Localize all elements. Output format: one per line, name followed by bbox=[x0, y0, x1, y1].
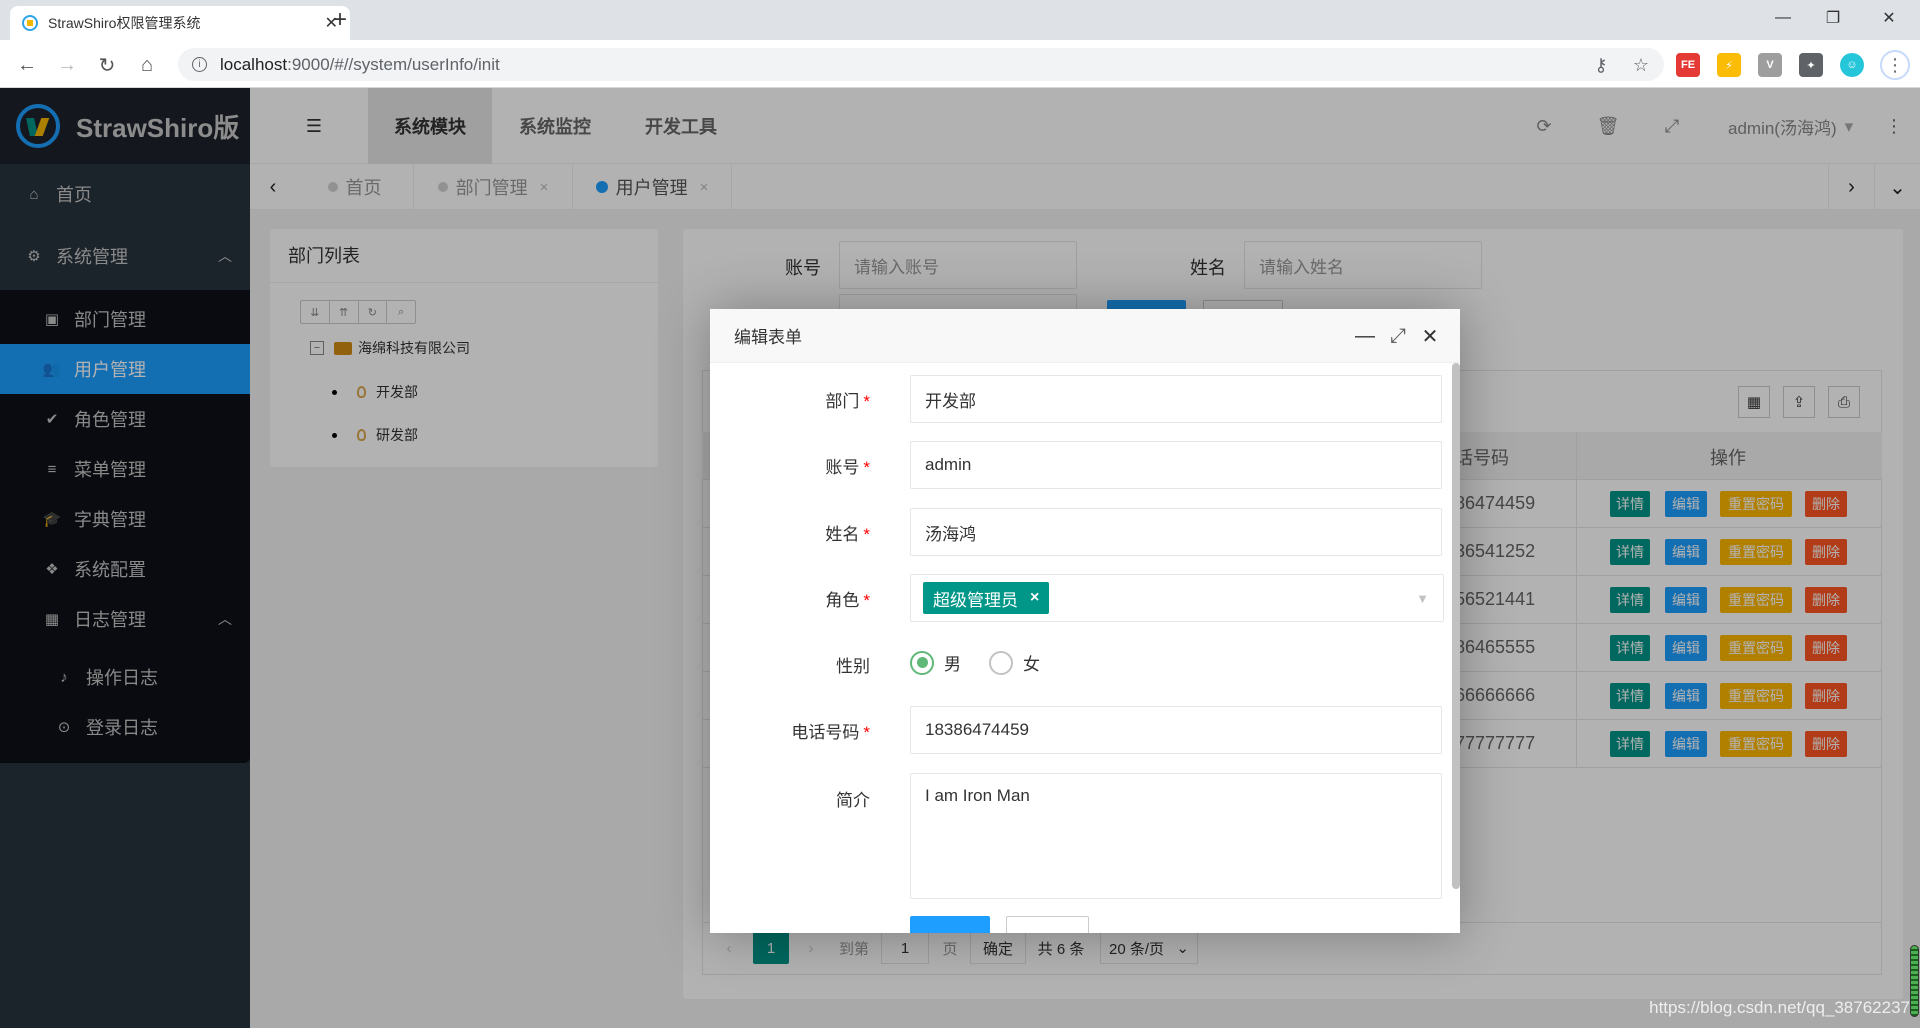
reload-button[interactable]: ↻ bbox=[92, 50, 122, 80]
scroll-indicator[interactable] bbox=[1910, 945, 1919, 1017]
save-button[interactable]: 保存 bbox=[910, 916, 990, 933]
browser-tab-title: StrawShiro权限管理系统 bbox=[48, 15, 201, 31]
profile-extension-icon[interactable]: ☺ bbox=[1840, 53, 1864, 77]
window-restore-button[interactable]: ❐ bbox=[1810, 4, 1856, 32]
browser-tab[interactable]: StrawShiro权限管理系统 ✕ bbox=[10, 6, 350, 40]
window-minimize-button[interactable]: — bbox=[1760, 4, 1806, 32]
puzzle-ext-extension-icon[interactable]: ✦ bbox=[1799, 53, 1823, 77]
dialog-maximize-icon[interactable]: ⤢ bbox=[1385, 323, 1411, 349]
watermark: https://blog.csdn.net/qq_38762237 bbox=[1649, 998, 1910, 1017]
account-input[interactable]: admin bbox=[910, 441, 1442, 489]
dialog-header[interactable]: 编辑表单 bbox=[710, 309, 1460, 363]
field-label-name: 姓名 * bbox=[825, 525, 870, 544]
url-host: localhost bbox=[220, 54, 288, 74]
field-label-intro: 简介 bbox=[836, 791, 870, 810]
caret-down-icon: ▼ bbox=[1416, 590, 1429, 606]
back-button[interactable]: ← bbox=[12, 50, 42, 80]
bookmark-star-icon[interactable]: ☆ bbox=[1628, 52, 1654, 78]
field-label-account: 账号 * bbox=[825, 458, 870, 477]
home-button[interactable]: ⌂ bbox=[132, 50, 162, 80]
role-tag: 超级管理员 × bbox=[923, 582, 1050, 614]
radio-label: 男 bbox=[944, 655, 961, 674]
field-label-role: 角色 * bbox=[825, 591, 870, 610]
field-label-gender: 性别 bbox=[836, 657, 870, 676]
dept-input[interactable]: 开发部 bbox=[910, 375, 1442, 423]
dialog-scrollbar[interactable] bbox=[1452, 363, 1460, 889]
radio-label: 女 bbox=[1023, 655, 1040, 674]
field-label-phone: 电话号码 * bbox=[791, 723, 870, 742]
intro-textarea[interactable]: I am Iron Man bbox=[910, 773, 1442, 899]
tag-remove-icon[interactable]: × bbox=[1030, 589, 1039, 607]
gender-radio-group: 男 女 bbox=[910, 650, 1040, 675]
field-label-dept: 部门 * bbox=[825, 392, 870, 411]
favicon-icon bbox=[22, 15, 38, 31]
window-close-button[interactable]: ✕ bbox=[1866, 4, 1912, 32]
vue-devtools-extension-icon[interactable]: V bbox=[1758, 53, 1782, 77]
url-path: :9000/#//system/userInfo/init bbox=[287, 54, 500, 74]
forward-button[interactable]: → bbox=[52, 50, 82, 80]
phone-input[interactable]: 18386474459 bbox=[910, 706, 1442, 754]
role-select[interactable]: 超级管理员 × ▼ bbox=[910, 574, 1444, 622]
cancel-button[interactable]: 取消 bbox=[1006, 916, 1089, 933]
site-info-icon[interactable]: i bbox=[192, 57, 207, 72]
dialog-close-icon[interactable]: ✕ bbox=[1417, 323, 1443, 349]
password-key-icon[interactable]: ⚷ bbox=[1588, 52, 1614, 78]
lightning-ext-extension-icon[interactable]: ⚡ bbox=[1717, 53, 1741, 77]
name-input[interactable]: 汤海鸿 bbox=[910, 508, 1442, 556]
fe-helper-extension-icon[interactable]: FE bbox=[1676, 53, 1700, 77]
gender-male-radio[interactable] bbox=[910, 650, 934, 675]
url-input[interactable]: i localhost:9000/#//system/userInfo/init bbox=[178, 48, 1664, 81]
edit-dialog: 编辑表单 — ⤢ ✕ 部门 * 开发部 账号 * admin 姓名 * 汤海鸿 角色 *… bbox=[710, 309, 1460, 933]
dialog-minimize-icon[interactable]: — bbox=[1352, 323, 1378, 349]
gender-female-radio[interactable] bbox=[989, 650, 1013, 675]
dialog-title: 编辑表单 bbox=[734, 328, 802, 347]
browser-menu-icon[interactable]: ⋮ bbox=[1880, 50, 1910, 80]
new-tab-button[interactable]: + bbox=[326, 6, 354, 34]
